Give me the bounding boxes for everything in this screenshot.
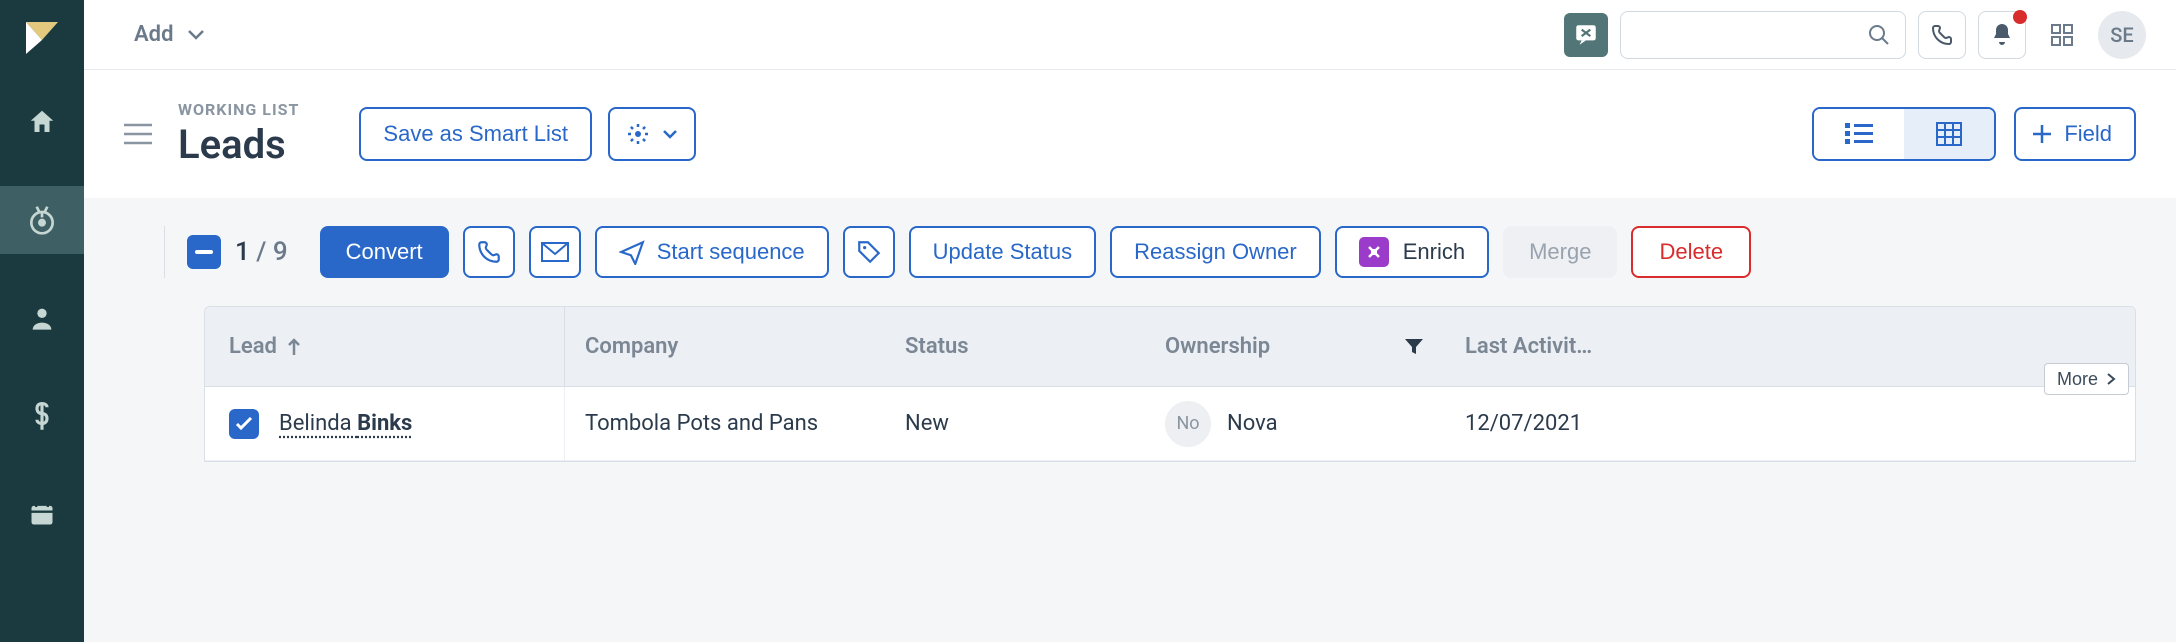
tag-icon [856,239,882,265]
gear-icon [626,122,650,146]
update-status-button[interactable]: Update Status [909,226,1096,278]
notification-indicator [2013,10,2027,24]
cell-status: New [885,411,1145,436]
delete-button[interactable]: Delete [1631,226,1751,278]
merge-button: Merge [1503,226,1617,278]
sort-asc-icon [287,338,301,356]
app-logo[interactable] [22,18,62,58]
owner-name: Nova [1227,411,1278,436]
plus-icon [2032,124,2052,144]
sidebar-item-contacts[interactable] [0,284,84,352]
enrich-button[interactable]: Enrich [1335,226,1489,278]
add-field-button[interactable]: Field [2014,107,2136,161]
save-smart-list-button[interactable]: Save as Smart List [359,107,592,161]
sidebar [0,0,84,642]
column-status[interactable]: Status [885,334,1145,359]
mail-icon [541,242,569,262]
select-indicator[interactable] [187,235,221,269]
tag-button[interactable] [843,226,895,278]
search-input[interactable] [1635,24,1867,45]
view-list-button[interactable] [1814,109,1904,159]
chevron-right-icon [2106,372,2116,386]
sidebar-item-leads[interactable] [0,186,84,254]
selection-count: 1 / 9 [235,237,288,267]
leads-table: Lead Company Status Ownership Last Activ… [204,306,2136,462]
topbar: Add [84,0,2176,70]
owner-avatar: No [1165,401,1211,447]
search-icon [1867,23,1891,47]
sidebar-item-deals[interactable] [0,382,84,450]
bulk-toolbar: 1 / 9 Convert Start sequence Update Stat… [164,226,2176,278]
column-last-activity[interactable]: Last Activit… [1445,334,1635,359]
list-settings-button[interactable] [608,107,696,161]
send-icon [619,239,645,265]
column-company[interactable]: Company [565,334,885,359]
lead-name-link[interactable]: Belinda Binks [279,411,412,436]
enrich-icon [1359,237,1389,267]
column-lead[interactable]: Lead [205,307,565,386]
enrich-label: Enrich [1403,239,1465,265]
email-button[interactable] [529,226,581,278]
working-list-label: WORKING LIST [178,100,299,119]
view-table-button[interactable] [1904,109,1994,159]
chat-button[interactable] [1564,13,1608,57]
phone-icon [476,239,502,265]
notifications-button[interactable] [1978,11,2026,59]
sidebar-item-calendar[interactable] [0,480,84,548]
bell-icon [1990,22,2014,48]
user-avatar[interactable]: SE [2098,11,2146,59]
cell-company: Tombola Pots and Pans [565,411,885,436]
table-icon [1936,122,1962,146]
filter-icon[interactable] [1403,336,1425,358]
chevron-down-icon [187,29,205,41]
view-toggle [1812,107,1996,161]
more-columns-button[interactable]: More [2044,363,2129,395]
phone-icon [1930,23,1954,47]
chevron-down-icon [662,129,678,139]
row-checkbox[interactable] [229,409,259,439]
table-header: Lead Company Status Ownership Last Activ… [205,307,2135,387]
table-row[interactable]: Belinda Binks Tombola Pots and Pans New … [205,387,2135,461]
cell-last-activity: 12/07/2021 [1445,411,1635,436]
list-icon [1845,123,1873,145]
page-header: WORKING LIST Leads Save as Smart List Fi… [84,70,2176,198]
start-sequence-label: Start sequence [657,239,805,265]
dialer-button[interactable] [1918,11,1966,59]
apps-button[interactable] [2038,11,2086,59]
grid-icon [2050,23,2074,47]
field-label: Field [2064,121,2112,147]
call-button[interactable] [463,226,515,278]
chat-close-icon [1573,22,1599,48]
search-box[interactable] [1620,11,1906,59]
page-title: Leads [178,121,299,168]
add-menu[interactable]: Add [134,22,205,47]
start-sequence-button[interactable]: Start sequence [595,226,829,278]
convert-button[interactable]: Convert [320,226,449,278]
cell-ownership: No Nova [1145,401,1445,447]
sidebar-item-home[interactable] [0,88,84,156]
column-ownership[interactable]: Ownership [1145,334,1445,359]
list-menu-button[interactable] [124,123,152,145]
add-label: Add [134,22,173,47]
reassign-owner-button[interactable]: Reassign Owner [1110,226,1321,278]
